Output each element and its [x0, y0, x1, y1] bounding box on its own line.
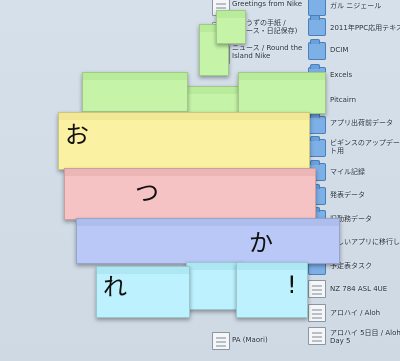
sticky-note-green-large-2[interactable]	[82, 72, 188, 112]
desktop-icon-label[interactable]: ビギンスのアップデー	[330, 139, 400, 147]
desktop-icon-label[interactable]: Island Nike	[232, 52, 270, 60]
desktop-icon-label[interactable]: マイル記録	[330, 168, 365, 176]
note-title-bar[interactable]	[217, 11, 245, 18]
sticky-note-blue[interactable]: か	[76, 218, 340, 264]
desktop: Greetings from Nike にゅうずの手紙 / ニュース・日記保存)…	[0, 0, 400, 361]
desktop-icon-label[interactable]: DCIM	[330, 46, 348, 54]
desktop-icon-label[interactable]: 2011年PPC応用テキスト	[330, 24, 400, 32]
note-title-bar[interactable]	[65, 169, 315, 176]
note-title-bar[interactable]	[187, 263, 241, 270]
folder-icon[interactable]	[308, 113, 326, 134]
note-text: れ	[103, 273, 127, 301]
desktop-icon-label[interactable]: 発表データ	[330, 191, 365, 199]
desktop-icon-label[interactable]: ト用	[330, 147, 344, 155]
note-title-bar[interactable]	[59, 113, 309, 120]
folder-icon[interactable]	[308, 0, 326, 16]
sticky-note-cyan-left[interactable]: れ	[96, 266, 190, 318]
sticky-note-green-large-3[interactable]	[238, 72, 326, 114]
desktop-icon-label[interactable]: アプリ出荷前データ	[330, 119, 393, 127]
document-icon[interactable]	[308, 304, 326, 322]
desktop-icon-label[interactable]: PA (Maori)	[232, 336, 268, 344]
note-text: か	[249, 229, 273, 257]
note-text: !	[287, 271, 297, 299]
document-icon[interactable]	[212, 332, 230, 350]
document-icon[interactable]	[308, 327, 326, 345]
desktop-icon-label[interactable]: Pitcairn	[330, 96, 356, 104]
sticky-note-green-small-2[interactable]	[216, 10, 246, 44]
desktop-icon-label[interactable]: Excels	[330, 71, 352, 79]
sticky-note-cyan-right[interactable]: !	[236, 262, 308, 318]
note-title-bar[interactable]	[239, 73, 325, 80]
desktop-icon-label[interactable]: Day 5	[330, 337, 351, 345]
sticky-note-cyan-middle[interactable]	[186, 262, 242, 310]
note-title-bar[interactable]	[237, 263, 307, 270]
note-text: つ	[135, 179, 159, 207]
desktop-icon-label[interactable]: NZ 784 ASL 4UE	[330, 285, 387, 293]
sticky-note-yellow[interactable]: お	[58, 112, 310, 170]
sticky-note-pink[interactable]: つ	[64, 168, 316, 220]
desktop-icon-label[interactable]: アロハイ 5日目 / Aloh	[330, 329, 400, 337]
note-title-bar[interactable]	[77, 219, 339, 226]
folder-icon[interactable]	[308, 39, 326, 60]
note-title-bar[interactable]	[187, 87, 241, 94]
desktop-icon-label[interactable]: アロハイ / Aloh	[330, 309, 380, 317]
folder-icon[interactable]	[308, 15, 326, 36]
note-title-bar[interactable]	[83, 73, 187, 80]
desktop-icon-label[interactable]: ガル ニジェール	[330, 2, 381, 10]
desktop-icon-label[interactable]: ニュース / Round the	[232, 44, 302, 52]
desktop-icon-label[interactable]: Greetings from Nike	[232, 0, 302, 8]
desktop-icon-label[interactable]: 新しいアプリに移行して	[330, 238, 400, 246]
document-icon[interactable]	[308, 280, 326, 298]
note-text: お	[65, 121, 89, 149]
folder-icon[interactable]	[308, 136, 326, 157]
